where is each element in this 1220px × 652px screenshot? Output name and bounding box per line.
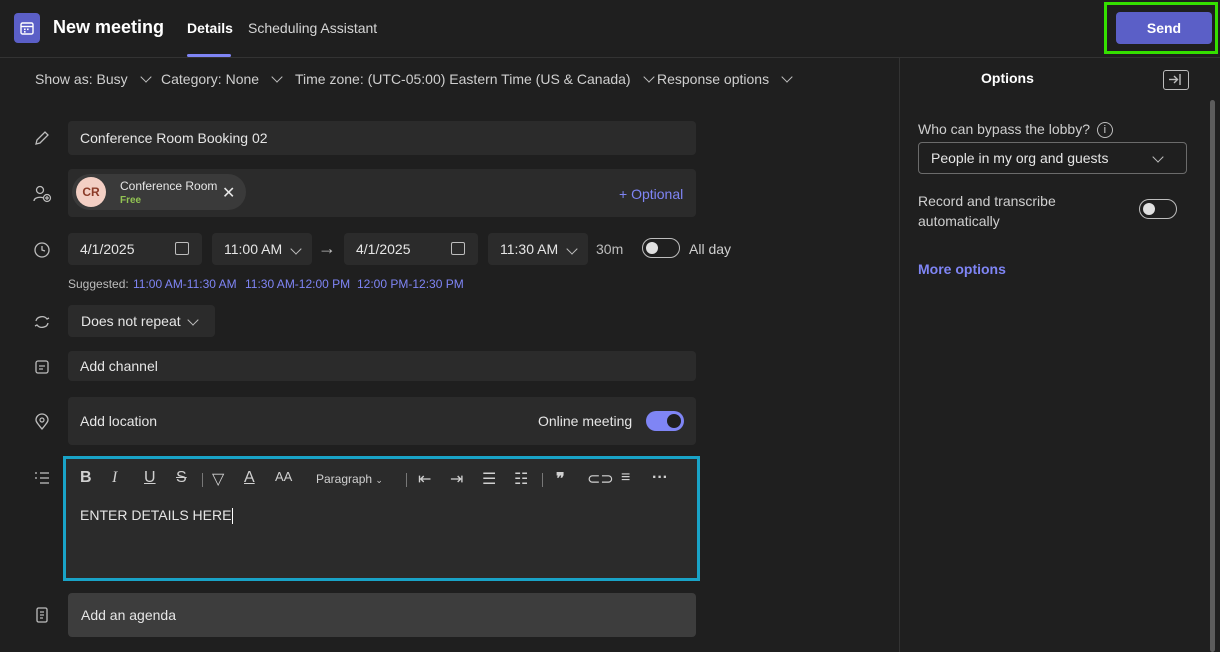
underline-icon[interactable]: U [144, 469, 156, 487]
remove-attendee-icon[interactable]: ✕ [222, 183, 235, 203]
location-placeholder: Add location [80, 413, 158, 429]
calendar-icon [451, 242, 465, 255]
time-zone-dropdown[interactable]: Time zone: (UTC-05:00) Eastern Time (US … [295, 71, 655, 87]
attendee-name: Conference Room [120, 179, 218, 193]
options-panel-scrollbar[interactable] [1210, 100, 1215, 652]
start-date-value: 4/1/2025 [80, 241, 135, 257]
send-button[interactable]: Send [1116, 12, 1212, 44]
category-dropdown[interactable]: Category: None [161, 71, 283, 87]
italic-icon[interactable]: I [112, 469, 117, 487]
duration-label: 30m [596, 241, 624, 257]
page-title: New meeting [53, 17, 165, 37]
increase-indent-icon[interactable]: ⇥ [450, 469, 463, 489]
bold-icon[interactable]: B [80, 469, 92, 487]
channel-placeholder: Add channel [80, 358, 158, 374]
all-day-label: All day [689, 241, 732, 257]
top-bar: New meeting Details Scheduling Assistant… [0, 0, 1220, 58]
end-time-dropdown[interactable]: 11:30 AM [488, 233, 588, 265]
category-label: Category: None [161, 71, 260, 87]
response-options-dropdown[interactable]: Response options [657, 71, 793, 87]
show-as-dropdown[interactable]: Show as: Busy [35, 71, 152, 87]
avatar: CR [76, 177, 106, 207]
location-pin-icon [32, 412, 52, 432]
pencil-icon [32, 128, 52, 148]
more-options-icon[interactable]: ··· [652, 469, 668, 487]
show-as-label: Show as: Busy [35, 71, 128, 87]
details-body-text: ENTER DETAILS HERE [80, 507, 234, 525]
attendee-status: Free [120, 195, 142, 206]
font-size-icon[interactable]: AA [275, 469, 292, 484]
paragraph-label: Paragraph [316, 472, 373, 486]
suggested-label: Suggested: [68, 277, 129, 291]
lobby-value: People in my org and guests [931, 150, 1109, 166]
collapse-panel-icon[interactable] [1163, 70, 1189, 90]
chevron-down-icon [290, 243, 302, 255]
end-date-picker[interactable]: 4/1/2025 [344, 233, 478, 265]
decrease-indent-icon[interactable]: ⇤ [418, 469, 431, 489]
tab-scheduling-assistant[interactable]: Scheduling Assistant [248, 20, 377, 36]
font-color-icon[interactable]: A [244, 469, 255, 487]
tab-details[interactable]: Details [187, 20, 233, 36]
add-agenda-button[interactable]: Add an agenda [68, 593, 696, 637]
strikethrough-icon[interactable]: S [176, 469, 187, 487]
online-meeting-label: Online meeting [538, 413, 633, 429]
add-agenda-label: Add an agenda [81, 607, 176, 623]
meeting-title-value: Conference Room Booking 02 [80, 130, 268, 146]
suggested-slot-1[interactable]: 11:00 AM-11:30 AM [133, 277, 237, 291]
all-day-toggle[interactable] [642, 238, 680, 258]
chevron-down-icon [139, 71, 152, 83]
repeat-value: Does not repeat [81, 313, 181, 329]
attendee-chip[interactable]: CR Conference Room Free ✕ [72, 174, 246, 210]
add-person-icon [32, 184, 52, 204]
start-time-value: 11:00 AM [224, 241, 283, 257]
calendar-icon [175, 242, 189, 255]
details-editor[interactable]: B I U S ▽ A AA Paragraph ⌄ ⇤ ⇥ ☰ ☷ ❞ ⊂⊃ … [63, 456, 700, 581]
lobby-label: Who can bypass the lobby? i [918, 121, 1113, 139]
time-zone-label: Time zone: (UTC-05:00) Eastern Time (US … [295, 71, 631, 87]
lobby-dropdown[interactable]: People in my org and guests [918, 142, 1187, 174]
options-panel: Options Who can bypass the lobby? i Peop… [899, 58, 1220, 652]
calendar-app-icon [14, 13, 40, 43]
numbered-list-icon[interactable]: ☷ [514, 469, 528, 489]
chevron-down-icon [566, 243, 578, 255]
repeat-icon [32, 312, 52, 332]
details-list-icon [32, 468, 52, 488]
chevron-down-icon [187, 314, 199, 326]
bulleted-list-icon[interactable]: ☰ [482, 469, 496, 489]
chevron-down-icon [1152, 151, 1164, 163]
options-panel-title: Options [981, 70, 1034, 86]
agenda-icon [32, 605, 52, 625]
record-transcribe-toggle[interactable] [1139, 199, 1177, 219]
end-date-value: 4/1/2025 [356, 241, 411, 257]
active-tab-indicator [187, 54, 231, 57]
more-options-link[interactable]: More options [918, 261, 1006, 277]
highlight-icon[interactable]: ▽ [212, 469, 224, 489]
align-icon[interactable]: ≡ [621, 469, 630, 487]
clock-icon [32, 240, 52, 260]
online-meeting-toggle[interactable] [646, 411, 684, 431]
chevron-down-icon [271, 71, 283, 83]
arrow-right-icon: → [318, 238, 336, 258]
suggested-slot-3[interactable]: 12:00 PM-12:30 PM [357, 277, 464, 291]
end-time-value: 11:30 AM [500, 241, 559, 257]
info-icon[interactable]: i [1096, 122, 1113, 139]
chevron-down-icon [642, 71, 655, 83]
optional-attendees-link[interactable]: + Optional [619, 186, 683, 202]
channel-input[interactable]: Add channel [68, 351, 696, 381]
suggested-slot-2[interactable]: 11:30 AM-12:00 PM [245, 277, 350, 291]
quote-icon[interactable]: ❞ [556, 469, 565, 489]
repeat-dropdown[interactable]: Does not repeat [68, 305, 215, 337]
start-time-dropdown[interactable]: 11:00 AM [212, 233, 312, 265]
response-options-label: Response options [657, 71, 770, 87]
channel-icon [32, 357, 52, 377]
start-date-picker[interactable]: 4/1/2025 [68, 233, 202, 265]
record-transcribe-label: Record and transcribe automatically [918, 193, 1056, 229]
meeting-title-input[interactable]: Conference Room Booking 02 [68, 121, 696, 155]
paragraph-dropdown[interactable]: Paragraph ⌄ [316, 472, 383, 486]
link-icon[interactable]: ⊂⊃ [587, 469, 614, 489]
chevron-down-icon [781, 71, 793, 83]
